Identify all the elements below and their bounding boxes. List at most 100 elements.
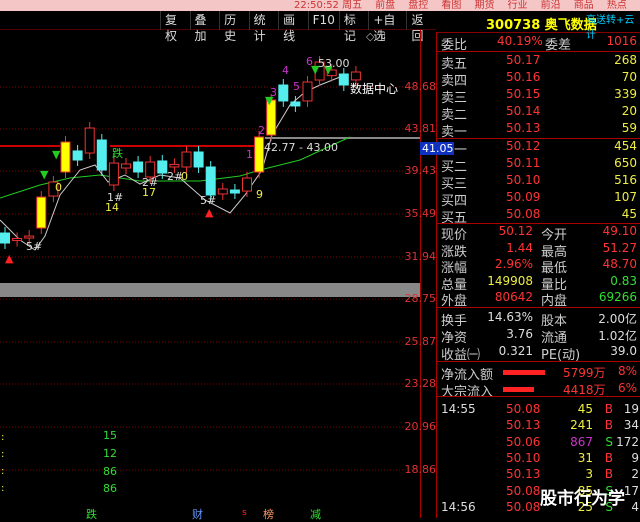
overlay-button[interactable]: 叠加 bbox=[189, 11, 220, 43]
tick-row[interactable]: 50.06 867 S 172 bbox=[441, 435, 639, 452]
menu-item[interactable]: 期货 bbox=[470, 0, 498, 11]
volume: 339 bbox=[614, 87, 637, 101]
sell-arrow-icon: ▼ bbox=[52, 148, 61, 161]
buy-arrow-icon: ▲ bbox=[5, 252, 14, 265]
value: 69266 bbox=[598, 290, 637, 304]
fin-row: 净资 3.76 流通 1.02亿 bbox=[441, 327, 639, 346]
signal-label: 2 bbox=[258, 124, 265, 137]
candle-body bbox=[229, 189, 240, 194]
signal-label: 0 bbox=[181, 170, 188, 183]
side: B bbox=[604, 450, 613, 465]
fin-row: 收益㈠ 0.321 PE(动) 39.0 bbox=[441, 344, 639, 363]
flow-bar bbox=[503, 387, 535, 392]
tick-row[interactable]: 50.13 241 B 34 bbox=[441, 418, 639, 435]
volume: 59 bbox=[621, 121, 637, 135]
quote-panel: 委比 40.19% 委差 1016 卖五 50.17 268 卖四 50.16 70 卖三 50.15… bbox=[436, 33, 640, 518]
value: 40.19% bbox=[497, 34, 543, 48]
tick-row[interactable]: 50.10 31 B 9 bbox=[441, 451, 639, 468]
price: 50.08 bbox=[506, 402, 541, 416]
signal-label: 6 bbox=[306, 55, 313, 68]
ask-row: 卖一 50.13 59 bbox=[441, 121, 639, 140]
volume: 20 bbox=[621, 104, 637, 118]
candle-body bbox=[96, 139, 107, 171]
axis-label: 28.75 bbox=[404, 292, 437, 305]
menu-item[interactable]: 龙虎 bbox=[636, 0, 640, 11]
menu-item[interactable]: 前沿 bbox=[537, 0, 565, 11]
history-button[interactable]: 历史 bbox=[219, 11, 249, 43]
candle-body bbox=[157, 160, 168, 174]
stats-button[interactable]: 统计 bbox=[248, 11, 279, 43]
divider bbox=[437, 396, 640, 397]
value: 49.10 bbox=[602, 224, 637, 238]
indicator-dot-icon: : bbox=[1, 483, 4, 494]
signal-label: 17 bbox=[142, 186, 156, 199]
tick-row[interactable]: 14:55 50.08 45 B 19 bbox=[441, 402, 639, 419]
menu-item[interactable]: 行业 bbox=[504, 0, 532, 11]
candle-body bbox=[193, 151, 204, 168]
event-mark[interactable]: 财 bbox=[192, 506, 203, 522]
range-label: 42.77 - 43.00 bbox=[264, 141, 338, 154]
diamond-icon[interactable]: ◇ bbox=[366, 30, 374, 43]
menu-item[interactable]: 前盘 bbox=[371, 0, 399, 11]
fuquan-button[interactable]: 复权 bbox=[160, 11, 190, 43]
side: B bbox=[604, 402, 613, 416]
ask-row: 卖五 50.17 268 bbox=[441, 53, 639, 72]
candle-body bbox=[278, 84, 289, 102]
stock-title: 300738 奥飞数据 高送转+云计 bbox=[436, 11, 640, 41]
value: 0.83 bbox=[610, 273, 637, 288]
candle-body bbox=[108, 162, 119, 186]
ask-row: 卖二 50.14 20 bbox=[441, 104, 639, 123]
indicator-value: 86 bbox=[103, 465, 117, 478]
candle-body bbox=[181, 151, 192, 168]
signal-label: 9 bbox=[256, 188, 263, 201]
value: 1.02亿 bbox=[598, 329, 637, 343]
count: 9 bbox=[631, 450, 639, 465]
price: 50.12 bbox=[506, 139, 541, 153]
menu-item[interactable]: 热点 bbox=[603, 0, 631, 11]
window-icon[interactable]: ▯ bbox=[380, 29, 386, 42]
candle-body bbox=[0, 232, 10, 244]
menu-item[interactable]: 看图 bbox=[437, 0, 465, 11]
count: 2 bbox=[631, 467, 639, 482]
value: 0.321 bbox=[498, 344, 533, 358]
menu-item[interactable]: 盘控 bbox=[404, 0, 432, 11]
kline-chart[interactable]: ▲▲▼▼▼▼ ▼:::: bbox=[0, 30, 420, 518]
event-mark[interactable]: 减 bbox=[310, 506, 321, 522]
stat-row: 涨跌 1.44 最高 51.27 bbox=[441, 241, 639, 260]
candle-body bbox=[72, 150, 83, 161]
price: 50.13 bbox=[506, 121, 541, 135]
back-button[interactable]: 返回 bbox=[406, 11, 436, 43]
count: 19 bbox=[623, 402, 639, 416]
add-watchlist-button[interactable]: +自选 bbox=[368, 11, 406, 43]
candle-body bbox=[205, 166, 216, 196]
candle-body bbox=[290, 101, 301, 107]
bid-row: 买一 50.12 454 bbox=[441, 139, 639, 158]
price: 50.16 bbox=[506, 70, 541, 84]
price: 50.13 bbox=[506, 467, 541, 482]
price: 50.06 bbox=[506, 434, 541, 449]
f10-button[interactable]: F10 bbox=[307, 11, 339, 30]
event-mark[interactable]: 榜 bbox=[263, 506, 274, 522]
indicator-dot-icon: : bbox=[1, 466, 4, 477]
mark-button[interactable]: 标记 bbox=[338, 11, 369, 43]
menu-item[interactable]: 商品 bbox=[570, 0, 598, 11]
indicator-value: 12 bbox=[103, 447, 117, 460]
volume: 454 bbox=[614, 139, 637, 153]
price: 50.09 bbox=[506, 190, 541, 204]
tick-row[interactable]: 50.13 3 B 2 bbox=[441, 467, 639, 484]
draw-line-button[interactable]: 画线 bbox=[278, 11, 308, 43]
side: B bbox=[604, 467, 613, 482]
indicator-dot-icon: : bbox=[1, 432, 4, 443]
event-mark[interactable]: 跌 bbox=[86, 506, 97, 522]
indicator-value: 86 bbox=[103, 482, 117, 495]
flow-bar bbox=[503, 370, 545, 375]
candle-body bbox=[338, 73, 349, 86]
event-mark[interactable]: s bbox=[242, 508, 247, 518]
side: B bbox=[604, 418, 613, 433]
axis-label: 35.49 bbox=[404, 207, 437, 220]
candle-body bbox=[133, 161, 144, 173]
center-label: 数据中心 bbox=[350, 82, 399, 96]
value: 50.12 bbox=[498, 224, 533, 238]
candle-body bbox=[24, 235, 35, 239]
axis-label: 25.87 bbox=[404, 335, 437, 348]
